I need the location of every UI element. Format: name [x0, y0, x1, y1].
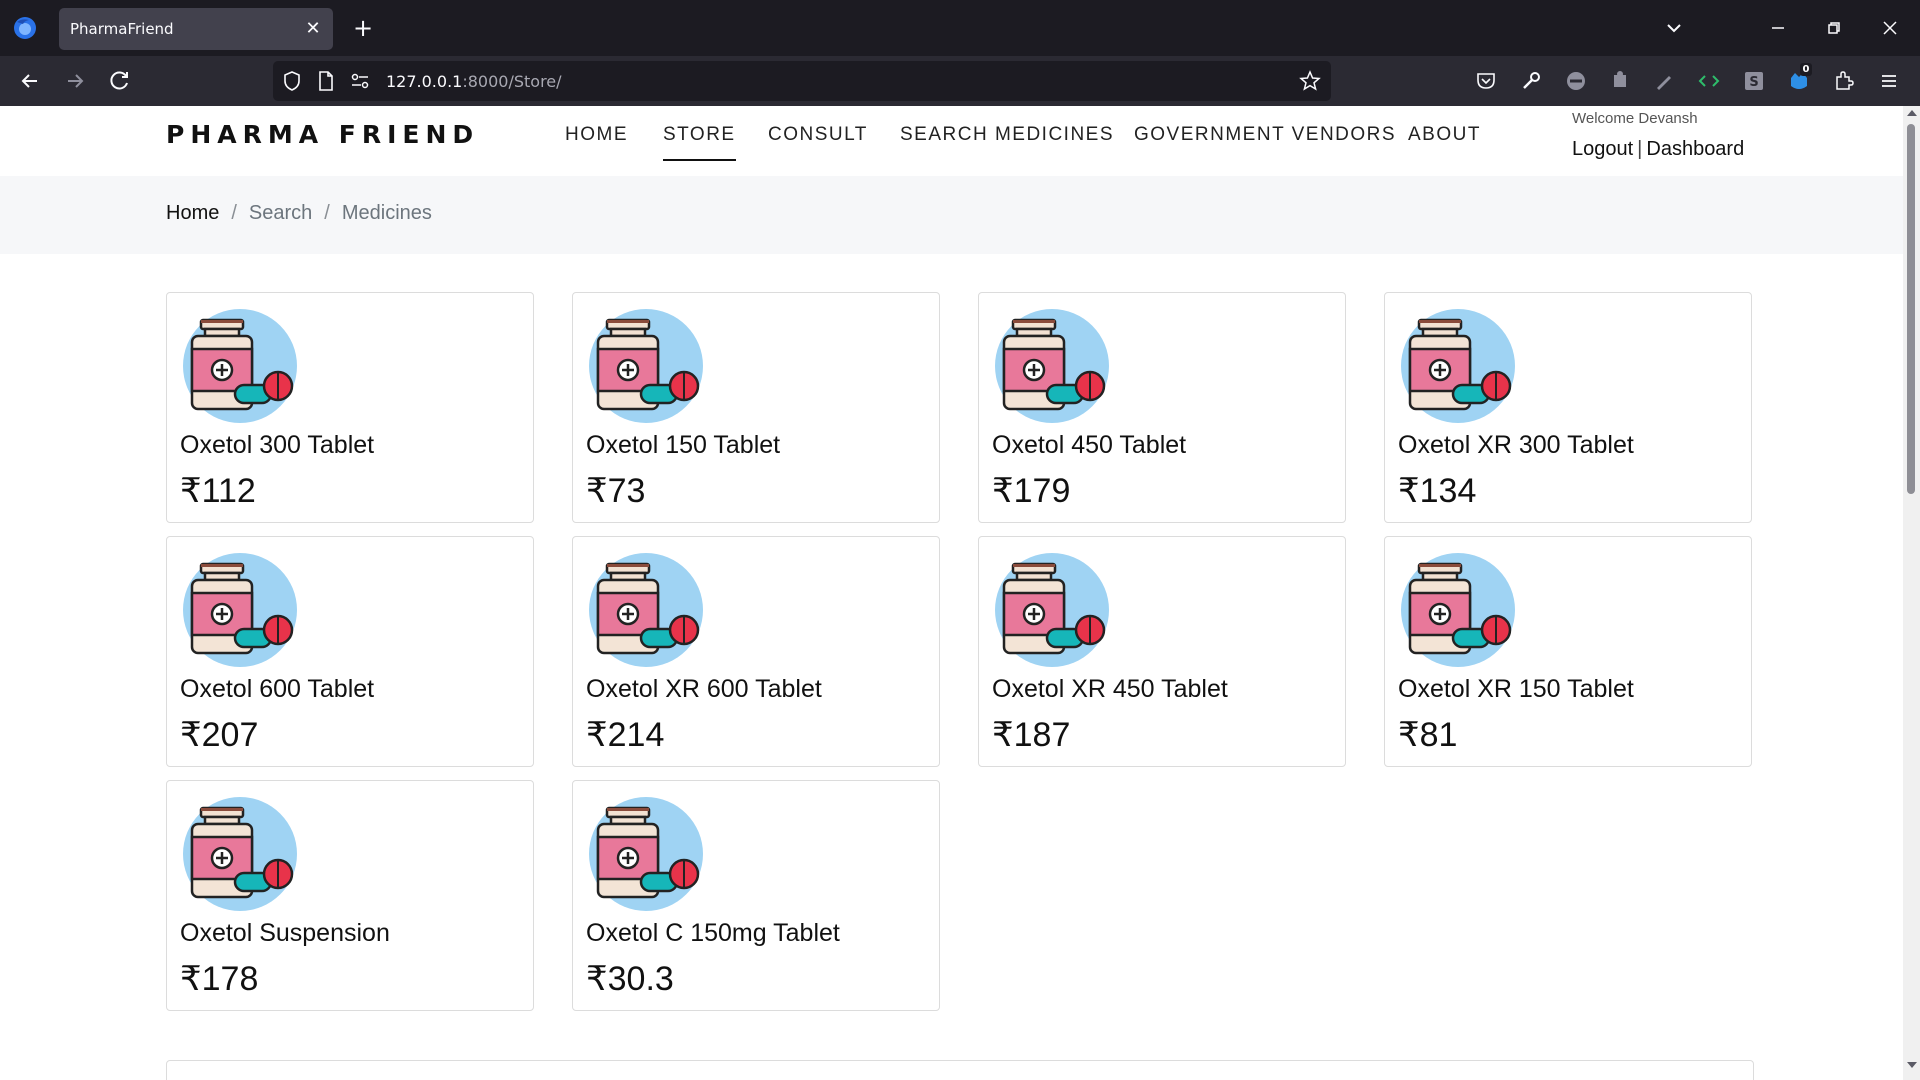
page-scrollbar[interactable]	[1903, 106, 1920, 1080]
product-name[interactable]: Oxetol XR 600 Tablet	[586, 675, 822, 704]
extensions-icon[interactable]	[1831, 68, 1857, 94]
medicine-bottle-icon	[995, 553, 1109, 667]
pen-icon[interactable]	[1651, 68, 1677, 94]
breadcrumb-separator: /	[231, 202, 237, 224]
product-card[interactable]: Oxetol C 150mg Tablet ₹30.3	[572, 780, 940, 1011]
url-host: 127.0.0.1	[386, 72, 463, 91]
reload-icon[interactable]	[106, 67, 134, 95]
product-price: ₹73	[586, 472, 646, 510]
nav-consult[interactable]: CONSULT	[768, 124, 868, 146]
medicine-bottle-icon	[183, 797, 297, 911]
product-card[interactable]: Oxetol Suspension ₹178	[166, 780, 534, 1011]
tab-title: PharmaFriend	[70, 20, 174, 38]
new-tab-button[interactable]: +	[349, 14, 377, 42]
product-name[interactable]: Oxetol 600 Tablet	[180, 675, 374, 704]
product-name[interactable]: Oxetol 450 Tablet	[992, 431, 1186, 460]
product-card[interactable]: Oxetol 600 Tablet ₹207	[166, 536, 534, 767]
product-card[interactable]: Oxetol 150 Tablet ₹73	[572, 292, 940, 523]
breadcrumb-row: Home / Search / Medicines	[166, 202, 432, 225]
product-name[interactable]: Oxetol Suspension	[180, 919, 390, 948]
breadcrumb: Home / Search / Medicines	[0, 176, 1903, 254]
medicine-bottle-icon	[589, 797, 703, 911]
url-text[interactable]: 127.0.0.1:8000/Store/	[386, 72, 562, 91]
scroll-up-arrow-icon[interactable]	[1907, 110, 1917, 116]
medicine-bottle-icon	[995, 309, 1109, 423]
product-price: ₹187	[992, 716, 1071, 754]
pagination-card	[166, 1060, 1754, 1080]
nav-about[interactable]: ABOUT	[1408, 124, 1481, 146]
product-card[interactable]: Oxetol XR 600 Tablet ₹214	[572, 536, 940, 767]
url-path: :8000/Store/	[462, 72, 562, 91]
extension-circle-icon[interactable]	[1563, 68, 1589, 94]
chevron-down-icon[interactable]	[1660, 14, 1688, 42]
bookmark-star-icon[interactable]	[1299, 70, 1321, 92]
medicine-bottle-icon	[1401, 553, 1515, 667]
medicine-bottle-icon	[183, 553, 297, 667]
product-name[interactable]: Oxetol 300 Tablet	[180, 431, 374, 460]
product-price: ₹30.3	[586, 960, 674, 998]
product-price: ₹112	[180, 472, 256, 510]
product-name[interactable]: Oxetol XR 300 Tablet	[1398, 431, 1634, 460]
product-name[interactable]: Oxetol C 150mg Tablet	[586, 919, 840, 948]
nav-home[interactable]: HOME	[565, 124, 628, 146]
link-separator: |	[1637, 138, 1643, 160]
page-icon[interactable]	[315, 70, 337, 92]
back-arrow-icon[interactable]	[16, 67, 44, 95]
firefox-logo-icon	[14, 17, 36, 39]
browser-nav-bar: 127.0.0.1:8000/Store/ S 0	[0, 56, 1920, 106]
product-name[interactable]: Oxetol 150 Tablet	[586, 431, 780, 460]
product-price: ₹178	[180, 960, 259, 998]
svg-text:S: S	[1749, 75, 1758, 90]
forward-arrow-icon[interactable]	[61, 67, 89, 95]
close-window-icon[interactable]	[1874, 12, 1906, 44]
code-extension-icon[interactable]	[1696, 68, 1722, 94]
breadcrumb-medicines: Medicines	[341, 202, 432, 224]
product-name[interactable]: Oxetol XR 150 Tablet	[1398, 675, 1634, 704]
minimize-window-icon[interactable]	[1762, 12, 1794, 44]
breadcrumb-separator: /	[324, 202, 330, 224]
nav-store[interactable]: STORE	[663, 124, 736, 161]
breadcrumb-search[interactable]: Search	[249, 202, 312, 224]
address-bar[interactable]: 127.0.0.1:8000/Store/	[273, 61, 1331, 101]
shield-icon[interactable]	[281, 70, 303, 92]
product-card[interactable]: Oxetol 450 Tablet ₹179	[978, 292, 1346, 523]
brand-logo[interactable]: PHARMA FRIEND	[166, 120, 479, 149]
product-price: ₹134	[1398, 472, 1477, 510]
wrench-icon[interactable]	[1518, 68, 1544, 94]
dashboard-link[interactable]: Dashboard	[1646, 138, 1744, 160]
browser-tab-bar: PharmaFriend ✕ +	[0, 0, 1920, 56]
product-price: ₹179	[992, 472, 1071, 510]
product-price: ₹81	[1398, 716, 1458, 754]
nav-government-vendors[interactable]: GOVERNMENT VENDORS	[1134, 124, 1396, 146]
product-name[interactable]: Oxetol XR 450 Tablet	[992, 675, 1228, 704]
tab-close-icon[interactable]: ✕	[301, 17, 325, 41]
medicine-bottle-icon	[589, 309, 703, 423]
product-card[interactable]: Oxetol XR 300 Tablet ₹134	[1384, 292, 1752, 523]
medicine-bottle-icon	[589, 553, 703, 667]
product-price: ₹207	[180, 716, 259, 754]
pocket-icon[interactable]	[1473, 68, 1499, 94]
browser-tab-active[interactable]: PharmaFriend ✕	[59, 8, 333, 50]
medicine-bottle-icon	[183, 309, 297, 423]
nav-search-medicines[interactable]: SEARCH MEDICINES	[900, 124, 1114, 146]
restore-window-icon[interactable]	[1818, 12, 1850, 44]
scroll-down-arrow-icon[interactable]	[1907, 1062, 1917, 1068]
logout-link[interactable]: Logout	[1572, 138, 1633, 160]
hamburger-menu-icon[interactable]	[1876, 68, 1902, 94]
user-links: Logout | Dashboard	[1572, 138, 1744, 161]
medicine-bottle-icon	[1401, 309, 1515, 423]
product-card[interactable]: Oxetol 300 Tablet ₹112	[166, 292, 534, 523]
extension-badge: 0	[1800, 63, 1812, 76]
breadcrumb-home[interactable]: Home	[166, 202, 219, 224]
s-extension-icon[interactable]: S	[1741, 68, 1767, 94]
product-card[interactable]: Oxetol XR 450 Tablet ₹187	[978, 536, 1346, 767]
product-card[interactable]: Oxetol XR 150 Tablet ₹81	[1384, 536, 1752, 767]
product-price: ₹214	[586, 716, 665, 754]
welcome-text: Welcome Devansh	[1572, 110, 1698, 127]
permissions-icon[interactable]	[349, 70, 371, 92]
page-content: PHARMA FRIEND HOME STORE CONSULT SEARCH …	[0, 106, 1903, 1080]
puzzle-extension-icon[interactable]	[1607, 68, 1633, 94]
scroll-thumb[interactable]	[1907, 124, 1915, 494]
site-header: PHARMA FRIEND HOME STORE CONSULT SEARCH …	[0, 106, 1903, 176]
